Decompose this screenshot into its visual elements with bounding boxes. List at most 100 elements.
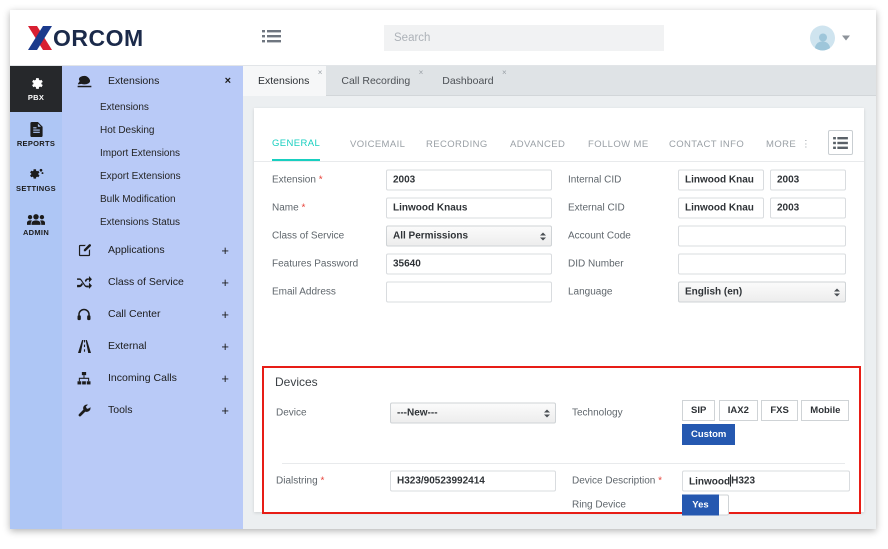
- close-icon[interactable]: ×: [502, 68, 507, 77]
- subtab-general[interactable]: GENERAL: [272, 128, 321, 161]
- secondary-menu: Extensions × Extensions Hot Desking Impo…: [62, 66, 243, 529]
- extension-label: Extension *: [272, 174, 323, 186]
- menu-item-label: Import Extensions: [100, 148, 181, 159]
- list-icon[interactable]: [262, 29, 284, 47]
- form-row-name: Name * Linwood Knaus External CID Linwoo…: [254, 194, 864, 222]
- menu-item-import-extensions[interactable]: Import Extensions: [62, 142, 243, 165]
- class-of-service-select[interactable]: All Permissions: [386, 225, 552, 247]
- menu-group-label: External: [108, 340, 147, 352]
- subtab-label: ADVANCED: [510, 139, 566, 150]
- menu-group-label: Tools: [108, 404, 133, 416]
- required-marker: *: [320, 475, 325, 487]
- menu-header-extensions[interactable]: Extensions ×: [62, 66, 243, 96]
- dialstring-field[interactable]: H323/90523992414: [390, 470, 556, 492]
- description-text-before-caret: Linwood: [689, 476, 731, 488]
- menu-group-label: Applications: [108, 244, 165, 256]
- subtab-advanced[interactable]: ADVANCED: [510, 128, 565, 161]
- tab-extensions[interactable]: Extensions ×: [243, 66, 327, 96]
- close-icon[interactable]: ×: [225, 75, 231, 87]
- icon-rail: PBX REPORTS SETTINGS ADMIN: [10, 66, 62, 529]
- email-address-label: Email Address: [272, 286, 336, 298]
- expand-icon[interactable]: +: [221, 339, 229, 354]
- device-description-field[interactable]: Linwood H323: [682, 470, 850, 492]
- menu-item-extensions-status[interactable]: Extensions Status: [62, 211, 243, 234]
- top-bar: ORCOM: [10, 10, 876, 66]
- gears-icon: [28, 167, 44, 182]
- external-cid-name-field[interactable]: Linwood Knau: [678, 197, 764, 219]
- search-input[interactable]: [384, 25, 664, 51]
- technology-fxs-button[interactable]: FXS: [761, 400, 798, 421]
- menu-group-tools[interactable]: Tools +: [62, 394, 243, 426]
- menu-group-call-center[interactable]: Call Center +: [62, 298, 243, 330]
- user-menu[interactable]: [810, 25, 850, 51]
- features-password-field[interactable]: 35640: [386, 253, 552, 275]
- divider: [282, 463, 845, 464]
- menu-item-label: Bulk Modification: [100, 194, 176, 205]
- device-row: Device ---New--- Technology SIP IAX2 FXS…: [264, 398, 859, 445]
- ring-device-toggle-label: Yes: [682, 494, 719, 516]
- tab-dashboard[interactable]: Dashboard ×: [427, 66, 510, 96]
- tab-call-recording[interactable]: Call Recording ×: [326, 66, 427, 96]
- language-select[interactable]: English (en): [678, 281, 846, 303]
- technology-label: Technology: [572, 407, 623, 419]
- menu-group-label: Call Center: [108, 308, 161, 320]
- menu-item-export-extensions[interactable]: Export Extensions: [62, 165, 243, 188]
- expand-icon[interactable]: +: [221, 371, 229, 386]
- form-row-email-address: Email Address Language English (en): [254, 278, 864, 306]
- device-description-label: Device Description *: [572, 475, 663, 487]
- subtab-contact-info[interactable]: CONTACT INFO: [669, 128, 744, 161]
- technology-sip-button[interactable]: SIP: [682, 400, 716, 421]
- xorcom-logo: ORCOM: [26, 23, 144, 53]
- menu-item-hot-desking[interactable]: Hot Desking: [62, 119, 243, 142]
- expand-icon[interactable]: +: [221, 243, 229, 258]
- tab-label: Extensions: [258, 75, 310, 87]
- close-icon[interactable]: ×: [419, 68, 424, 77]
- subtab-follow-me[interactable]: FOLLOW ME: [588, 128, 649, 161]
- internal-cid-name-field[interactable]: Linwood Knau: [678, 169, 764, 191]
- tab-label: Dashboard: [442, 75, 494, 87]
- subtab-voicemail[interactable]: VOICEMAIL: [350, 128, 405, 161]
- form-row-features-password: Features Password 35640 DID Number: [254, 250, 864, 278]
- rail-item-admin[interactable]: ADMIN: [10, 202, 62, 247]
- rail-item-pbx[interactable]: PBX: [10, 66, 62, 112]
- rail-item-reports[interactable]: REPORTS: [10, 112, 62, 157]
- menu-group-external[interactable]: External +: [62, 330, 243, 362]
- edit-square-icon: [76, 243, 92, 257]
- extension-panel: GENERAL VOICEMAIL RECORDING ADVANCED FOL…: [254, 108, 864, 516]
- external-cid-number-field[interactable]: 2003: [770, 197, 846, 219]
- did-number-field[interactable]: [678, 253, 846, 275]
- subtab-more[interactable]: MORE ⋮: [766, 128, 811, 161]
- technology-mobile-button[interactable]: Mobile: [801, 400, 850, 421]
- menu-item-extensions[interactable]: Extensions: [62, 96, 243, 119]
- rail-item-label: SETTINGS: [16, 183, 56, 193]
- menu-group-class-of-service[interactable]: Class of Service +: [62, 266, 243, 298]
- subtab-label: RECORDING: [426, 139, 488, 150]
- list-view-icon[interactable]: [828, 130, 853, 155]
- phone-icon: [76, 75, 92, 88]
- expand-icon[interactable]: +: [221, 307, 229, 322]
- internal-cid-number-field[interactable]: 2003: [770, 169, 846, 191]
- extension-field[interactable]: 2003: [386, 169, 552, 191]
- rail-item-settings[interactable]: SETTINGS: [10, 157, 62, 202]
- expand-icon[interactable]: +: [221, 275, 229, 290]
- road-icon: [76, 339, 92, 353]
- required-marker: *: [658, 475, 663, 487]
- subtab-label: FOLLOW ME: [588, 139, 649, 150]
- menu-item-label: Hot Desking: [100, 125, 155, 136]
- technology-custom-button[interactable]: Custom: [682, 424, 736, 445]
- name-field[interactable]: Linwood Knaus: [386, 197, 552, 219]
- ring-device-toggle[interactable]: Yes: [682, 494, 729, 516]
- menu-group-applications[interactable]: Applications +: [62, 234, 243, 266]
- device-select[interactable]: ---New---: [390, 402, 556, 424]
- subtab-recording[interactable]: RECORDING: [426, 128, 488, 161]
- close-icon[interactable]: ×: [318, 68, 323, 77]
- menu-item-bulk-modification[interactable]: Bulk Modification: [62, 188, 243, 211]
- expand-icon[interactable]: +: [221, 403, 229, 418]
- technology-iax2-button[interactable]: IAX2: [718, 400, 758, 421]
- logo-text: ORCOM: [53, 24, 144, 51]
- dialstring-label: Dialstring *: [276, 475, 325, 487]
- menu-group-incoming-calls[interactable]: Incoming Calls +: [62, 362, 243, 394]
- users-icon: [27, 213, 45, 226]
- email-address-field[interactable]: [386, 281, 552, 303]
- account-code-field[interactable]: [678, 225, 846, 247]
